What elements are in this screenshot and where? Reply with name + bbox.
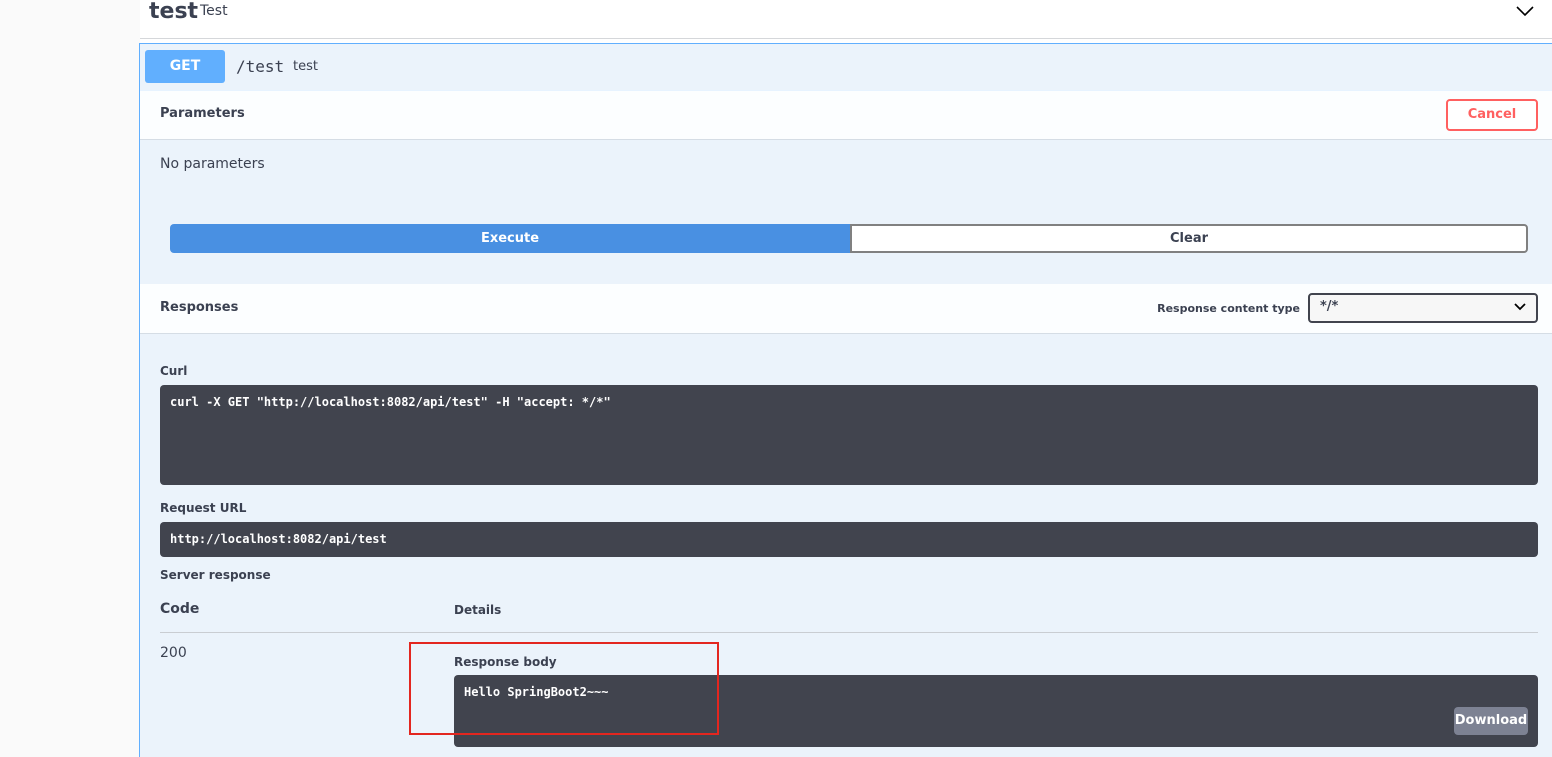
annotation-highlight-box xyxy=(409,642,719,735)
chevron-down-icon[interactable] xyxy=(1516,4,1534,18)
parameters-header: Parameters Cancel xyxy=(140,90,1552,140)
server-response-label: Server response xyxy=(160,568,271,582)
curl-command-text: curl -X GET "http://localhost:8082/api/t… xyxy=(170,395,611,409)
operation-description: test xyxy=(293,59,318,74)
request-url-label: Request URL xyxy=(160,501,247,515)
clear-button[interactable]: Clear xyxy=(850,224,1528,253)
tag-header[interactable]: test Test xyxy=(140,0,1552,39)
method-badge: GET xyxy=(145,50,225,83)
status-code: 200 xyxy=(160,645,187,661)
execute-button[interactable]: Execute xyxy=(170,224,850,253)
chevron-down-icon xyxy=(1514,303,1526,311)
curl-label: Curl xyxy=(160,364,188,378)
content-type-label: Response content type xyxy=(1157,302,1300,315)
request-url-box[interactable]: http://localhost:8082/api/test xyxy=(160,522,1538,557)
operation-block: GET /test test Parameters Cancel No para… xyxy=(139,43,1552,757)
operation-summary[interactable]: GET /test test xyxy=(140,44,1552,91)
responses-title: Responses xyxy=(160,300,239,315)
no-parameters-text: No parameters xyxy=(160,156,265,172)
tag-description: Test xyxy=(200,3,228,19)
cancel-button[interactable]: Cancel xyxy=(1446,99,1538,131)
curl-command[interactable]: curl -X GET "http://localhost:8082/api/t… xyxy=(160,385,1538,485)
content-type-value: */* xyxy=(1320,299,1339,314)
download-button[interactable]: Download xyxy=(1454,707,1528,735)
request-url-text: http://localhost:8082/api/test xyxy=(170,532,387,546)
responses-header: Responses Response content type */* xyxy=(140,284,1552,334)
tag-name: test xyxy=(149,0,199,24)
execute-wrapper: Execute Clear xyxy=(170,224,1528,253)
table-divider xyxy=(160,632,1538,633)
details-column-header: Details xyxy=(454,603,502,617)
parameters-title: Parameters xyxy=(160,106,245,121)
code-column-header: Code xyxy=(160,601,200,617)
content-type-select[interactable]: */* xyxy=(1308,293,1538,323)
operation-path: /test xyxy=(236,57,285,76)
